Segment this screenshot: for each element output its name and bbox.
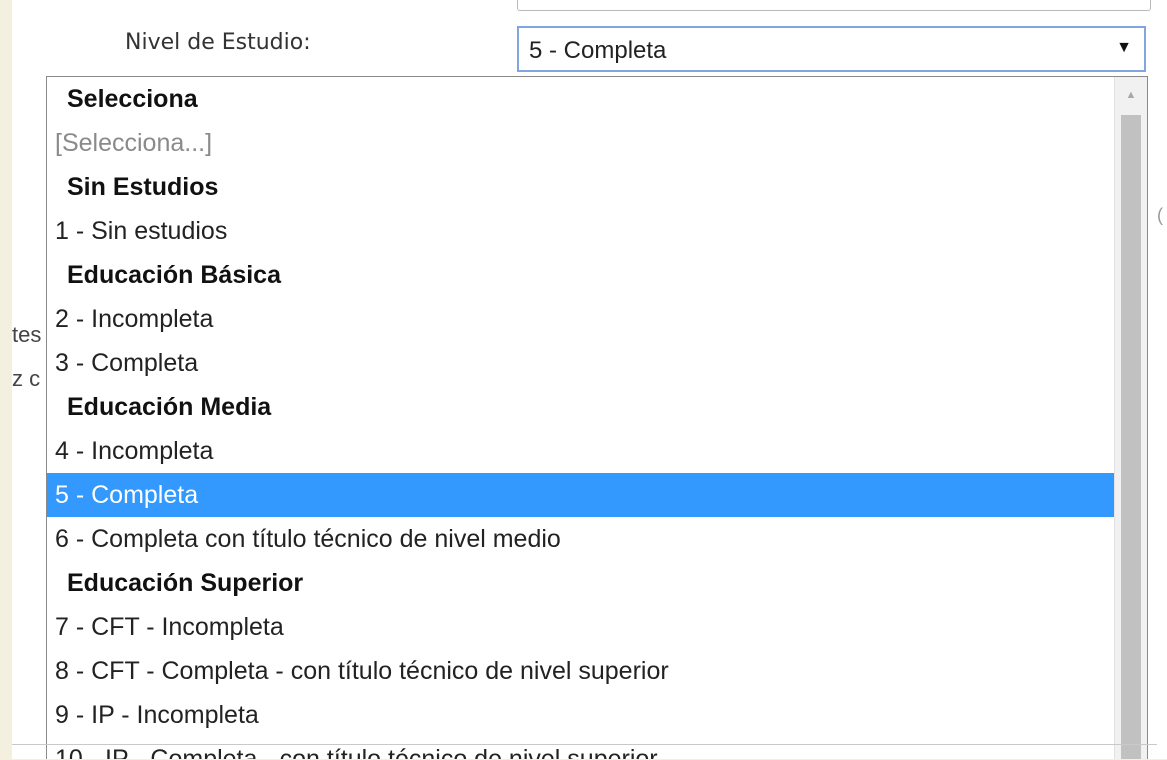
background-text-fragment: z c (12, 366, 41, 391)
edge-fragment: ( (1157, 205, 1163, 225)
dropdown-option-selected[interactable]: 5 - Completa (47, 473, 1115, 517)
scrollbar-thumb[interactable] (1121, 115, 1141, 759)
chevron-down-icon[interactable]: ▼ (1116, 39, 1132, 57)
option-group-label: Sin Estudios (67, 173, 219, 201)
dropdown-option[interactable]: 9 - IP - Incompleta (47, 693, 1115, 737)
option-group-label: Educación Básica (67, 261, 281, 289)
dropdown-option[interactable]: 3 - Completa (47, 341, 1115, 385)
nivel-estudio-select[interactable]: 5 - Completa ▼ (517, 26, 1146, 72)
dropdown-list[interactable]: Selecciona [Selecciona...] Sin Estudios 1 -… (46, 76, 1148, 759)
dropdown-option[interactable]: 6 - Completa con título técnico de nivel… (47, 517, 1115, 561)
dropdown-option[interactable]: 7 - CFT - Incompleta (47, 605, 1115, 649)
field-below (12, 744, 1157, 760)
previous-select-field[interactable] (517, 0, 1151, 11)
scrollbar[interactable]: ▲ (1114, 77, 1147, 759)
dropdown-options: Selecciona [Selecciona...] Sin Estudios 1 -… (47, 77, 1115, 759)
dropdown-option[interactable]: 1 - Sin estudios (47, 209, 1115, 253)
selected-value: 5 - Completa (529, 37, 667, 64)
dropdown-option[interactable]: 8 - CFT - Completa - con título técnico … (47, 649, 1115, 693)
option-group-label: Educación Media (67, 393, 272, 421)
scroll-up-icon[interactable]: ▲ (1115, 77, 1147, 113)
option-group-label: Educación Superior (67, 569, 304, 597)
dropdown-option[interactable]: [Selecciona...] (47, 121, 1115, 165)
dropdown-option[interactable]: 4 - Incompleta (47, 429, 1115, 473)
nivel-estudio-label: Nivel de Estudio: (125, 30, 311, 55)
background-text-fragment: tes (12, 322, 42, 347)
dropdown-option[interactable]: 2 - Incompleta (47, 297, 1115, 341)
option-group-label: Selecciona (67, 85, 198, 113)
